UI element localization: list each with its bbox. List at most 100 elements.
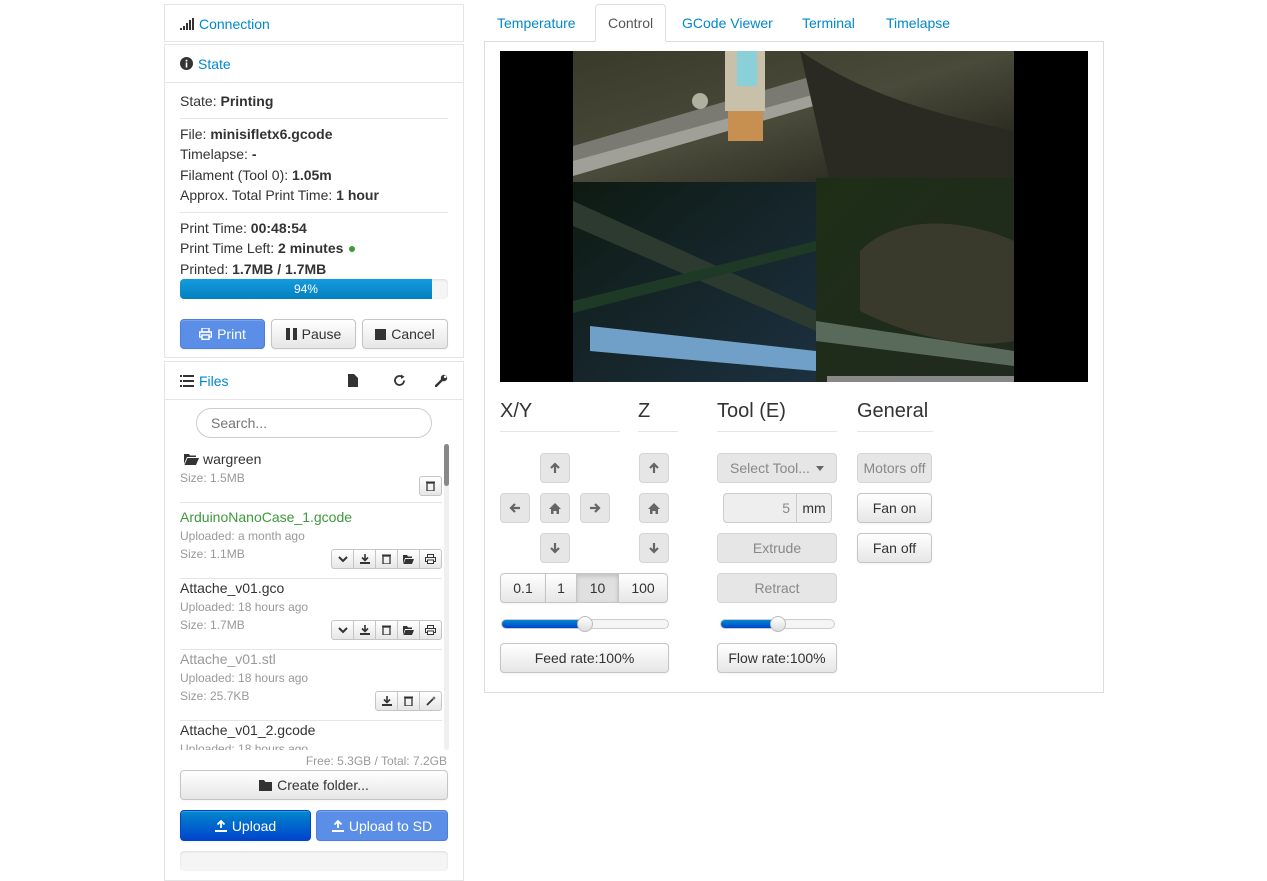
connection-title: Connection (199, 16, 270, 32)
download-icon[interactable] (375, 691, 398, 711)
extrude-button[interactable]: Extrude (717, 533, 837, 563)
list-icon (180, 374, 194, 387)
approx-time-line: Approx. Total Print Time: 1 hour (180, 187, 379, 203)
home-xy-button[interactable] (540, 493, 570, 523)
motors-off-button[interactable]: Motors off (857, 453, 932, 483)
delete-icon[interactable] (375, 620, 398, 640)
fan-off-button[interactable]: Fan off (857, 533, 932, 563)
step-0.1-button[interactable]: 0.1 (500, 573, 546, 603)
folder-open-icon[interactable] (397, 620, 420, 640)
connection-header[interactable]: Connection (165, 5, 463, 43)
jog-z-minus-button[interactable] (639, 533, 669, 563)
step-10-button[interactable]: 10 (576, 573, 619, 603)
delete-icon[interactable] (375, 549, 398, 569)
tab-control[interactable]: Control (595, 4, 667, 42)
pause-button[interactable]: Pause (271, 319, 356, 349)
folder-size: Size: 1.5MB (180, 471, 245, 485)
extrude-amount-input[interactable] (723, 493, 797, 523)
progress-bar: 94% (180, 279, 448, 299)
state-header[interactable]: State (165, 45, 463, 83)
step-1-button[interactable]: 1 (545, 573, 577, 603)
general-title: General (857, 400, 929, 422)
file-list-scrollbar[interactable] (444, 444, 449, 750)
upload-icon (331, 819, 344, 832)
arrow-right-icon (589, 502, 601, 514)
folder-open-icon[interactable] (397, 549, 420, 569)
chevron-down-icon[interactable] (331, 620, 354, 640)
search-input[interactable] (196, 408, 432, 438)
print-time-value: 00:48:54 (250, 220, 307, 236)
printer-icon[interactable] (419, 549, 442, 569)
extrude-unit: mm (797, 493, 832, 523)
download-icon[interactable] (353, 620, 376, 640)
z-title: Z (638, 400, 651, 422)
feed-rate-slider[interactable] (501, 616, 669, 632)
jog-x-minus-button[interactable] (500, 493, 530, 523)
jog-z-plus-button[interactable] (639, 453, 669, 483)
flow-rate-slider[interactable] (720, 616, 835, 632)
upload-sd-button[interactable]: Upload to SD (316, 810, 448, 841)
file-value: minisifletx6.gcode (210, 126, 333, 142)
print-button[interactable]: Print (180, 319, 265, 349)
jog-y-plus-button[interactable] (540, 453, 570, 483)
files-header[interactable]: Files (165, 362, 463, 400)
jog-x-plus-button[interactable] (580, 493, 610, 523)
file-item[interactable]: Attache_v01.stl Uploaded: 18 hours ago S… (180, 651, 442, 715)
printer-icon[interactable] (419, 620, 442, 640)
flow-rate-button[interactable]: Flow rate:100% (717, 643, 837, 673)
home-z-button[interactable] (639, 493, 669, 523)
upload-button[interactable]: Upload (180, 810, 311, 841)
folder-item[interactable]: wargreen Size: 1.5MB (180, 451, 442, 497)
select-tool-dropdown[interactable]: Select Tool... (717, 453, 837, 483)
folder-name: wargreen (203, 451, 262, 467)
printer-icon (199, 328, 213, 340)
file-item[interactable]: Attache_v01.gco Uploaded: 18 hours ago S… (180, 580, 442, 644)
flow-rate-handle[interactable] (769, 616, 786, 632)
chevron-down-icon[interactable] (331, 549, 354, 569)
tool-title: Tool (E) (717, 400, 786, 422)
file-name: ArduinoNanoCase_1.gcode (180, 509, 353, 525)
tab-terminal[interactable]: Terminal (790, 4, 867, 42)
file-list: wargreen Size: 1.5MB ArduinoNanoCase_1.g… (165, 444, 465, 750)
signal-icon (180, 18, 194, 30)
tab-temperature[interactable]: Temperature (485, 4, 588, 42)
delete-icon[interactable] (397, 691, 420, 711)
caret-down-icon (815, 465, 824, 471)
feed-rate-handle[interactable] (577, 616, 593, 632)
arrow-up-icon (549, 462, 561, 474)
webcam-stream (500, 51, 1088, 382)
file-item[interactable]: Attache_v01_2.gcode Uploaded: 18 hours a… (180, 722, 442, 750)
pause-icon (285, 328, 297, 340)
progress-fill: 94% (180, 279, 432, 299)
file-uploaded: Uploaded: 18 hours ago (180, 600, 309, 614)
cancel-button[interactable]: Cancel (362, 319, 448, 349)
scrollbar-thumb[interactable] (444, 444, 449, 486)
delete-icon[interactable] (419, 476, 442, 496)
tab-timelapse[interactable]: Timelapse (874, 4, 962, 42)
wrench-icon[interactable] (434, 374, 448, 390)
divider (717, 431, 837, 432)
timelapse-value: - (251, 146, 257, 162)
fan-on-button[interactable]: Fan on (857, 493, 932, 523)
approx-time-value: 1 hour (336, 187, 379, 203)
state-panel: State State: Printing File: minisifletx6… (164, 44, 464, 358)
download-icon[interactable] (353, 549, 376, 569)
free-space: Free: 5.3GB / Total: 7.2GB (305, 754, 447, 768)
upload-progress (180, 851, 448, 871)
retract-button[interactable]: Retract (717, 573, 837, 603)
create-folder-button[interactable]: Create folder... (180, 770, 448, 800)
printed-value: 1.7MB / 1.7MB (232, 261, 327, 277)
step-100-button[interactable]: 100 (618, 573, 668, 603)
folder-open-icon (184, 453, 199, 465)
file-icon[interactable] (348, 374, 358, 390)
jog-y-minus-button[interactable] (540, 533, 570, 563)
file-item[interactable]: ArduinoNanoCase_1.gcode Uploaded: a mont… (180, 509, 442, 573)
feed-rate-button[interactable]: Feed rate:100% (500, 643, 669, 673)
xy-title: X/Y (500, 400, 533, 422)
files-panel: Files wargreen Size: 1.5MB ArduinoNanoCa… (164, 361, 464, 881)
slice-wand-icon[interactable] (419, 691, 442, 711)
arrow-down-icon (549, 542, 561, 554)
time-left-line: Print Time Left: 2 minutes (180, 240, 356, 256)
refresh-icon[interactable] (393, 374, 406, 390)
tab-gcode-viewer[interactable]: GCode Viewer (670, 4, 785, 42)
